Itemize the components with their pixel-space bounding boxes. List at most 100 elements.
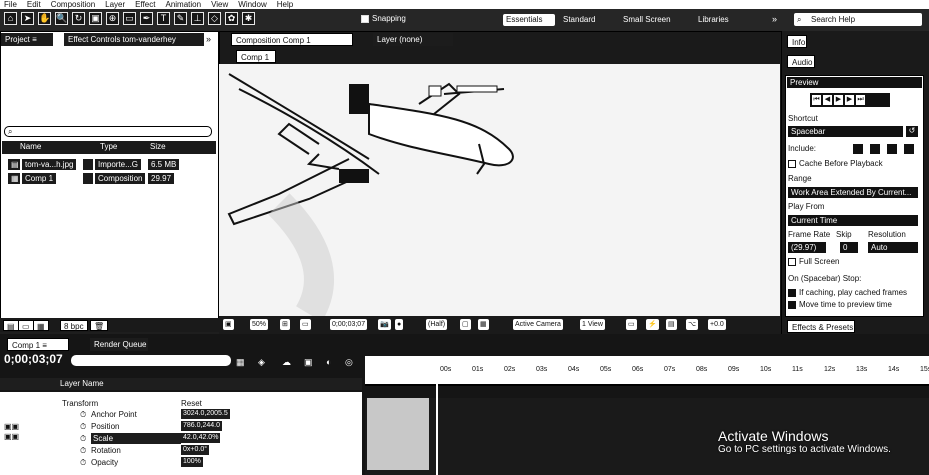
- stopwatch-icon[interactable]: ⏱: [80, 410, 86, 420]
- exposure-value[interactable]: +0.0: [708, 319, 726, 330]
- brush-tool-icon[interactable]: ✎: [174, 12, 187, 25]
- tab-info[interactable]: Info: [787, 35, 807, 48]
- type-tool-icon[interactable]: T: [157, 12, 170, 25]
- menu-view[interactable]: View: [211, 0, 228, 9]
- include-overlays-icon[interactable]: [887, 144, 897, 154]
- flowchart-icon[interactable]: ⌥: [686, 319, 699, 330]
- shy-layers-icon[interactable]: ☁: [282, 357, 291, 368]
- safe-zones-icon[interactable]: ⊞: [280, 319, 290, 330]
- trash-icon[interactable]: 🗑: [90, 320, 109, 331]
- include-video-icon[interactable]: [853, 144, 863, 154]
- cache-before-playback-checkbox[interactable]: [788, 160, 796, 168]
- show-channel-icon[interactable]: ●: [395, 319, 404, 330]
- viewer-timecode[interactable]: 0;00;03;07: [330, 319, 368, 330]
- project-search-input[interactable]: ⌕: [4, 126, 212, 137]
- workspace-standard[interactable]: Standard: [560, 14, 610, 26]
- puppet-tool-icon[interactable]: ✱: [242, 12, 255, 25]
- column-type[interactable]: Type: [100, 142, 117, 151]
- view-layout-dropdown[interactable]: 1 View: [580, 319, 605, 330]
- range-dropdown[interactable]: Work Area Extended By Current...: [788, 187, 918, 198]
- workspace-essentials[interactable]: Essentials: [503, 14, 555, 26]
- include-audio-icon[interactable]: [870, 144, 880, 154]
- pan-behind-tool-icon[interactable]: ⊕: [106, 12, 119, 25]
- current-time-indicator[interactable]: [436, 366, 438, 475]
- full-screen-checkbox[interactable]: [788, 258, 796, 266]
- roto-brush-tool-icon[interactable]: ✿: [225, 12, 238, 25]
- menu-edit[interactable]: Edit: [27, 0, 41, 9]
- mask-tool-icon[interactable]: ▭: [123, 12, 136, 25]
- chevron-double-icon[interactable]: »: [772, 14, 777, 24]
- interpret-footage-icon[interactable]: ▤: [3, 320, 19, 331]
- new-folder-icon[interactable]: ▭: [18, 320, 34, 331]
- search-help-field[interactable]: ⌕ Search Help: [794, 13, 922, 26]
- first-frame-icon[interactable]: ⏮: [812, 95, 821, 105]
- hand-tool-icon[interactable]: ✋: [38, 12, 51, 25]
- play-icon[interactable]: ▶: [834, 95, 843, 105]
- frame-rate-dropdown[interactable]: (29.97): [788, 242, 826, 253]
- tab-effect-controls[interactable]: Effect Controls tom-vanderhey: [64, 33, 204, 46]
- comp-flowchart-icon[interactable]: ▦: [236, 357, 245, 368]
- tab-audio[interactable]: Audio: [787, 55, 815, 68]
- workspace-libraries[interactable]: Libraries: [695, 14, 745, 26]
- resolution-dropdown[interactable]: (Half): [426, 319, 448, 330]
- stopwatch-icon[interactable]: ⏱: [80, 434, 86, 444]
- pixel-aspect-icon[interactable]: ▭: [626, 319, 637, 330]
- snapping-checkbox[interactable]: [361, 15, 369, 23]
- menu-layer[interactable]: Layer: [105, 0, 125, 9]
- reset-link[interactable]: Reset: [181, 398, 202, 409]
- fast-previews-icon[interactable]: ⚡: [646, 319, 659, 330]
- last-frame-icon[interactable]: ⏭: [856, 95, 865, 105]
- previous-frame-icon[interactable]: ◀: [823, 95, 832, 105]
- timeline-toggle-icon[interactable]: ▤: [666, 319, 677, 330]
- menu-file[interactable]: File: [4, 0, 17, 9]
- graph-editor-icon[interactable]: ◎: [345, 357, 353, 368]
- menu-animation[interactable]: Animation: [165, 0, 201, 9]
- selection-tool-icon[interactable]: ➤: [21, 12, 34, 25]
- tab-render-queue[interactable]: Render Queue: [90, 338, 148, 351]
- scale-value[interactable]: 42.0,42.0%: [181, 433, 221, 443]
- region-of-interest-icon[interactable]: ▢: [460, 319, 471, 330]
- layer-switches-icon[interactable]: ▣▣: [4, 422, 19, 431]
- new-composition-icon[interactable]: ▦: [33, 320, 49, 331]
- rotate-tool-icon[interactable]: ↻: [72, 12, 85, 25]
- clone-stamp-tool-icon[interactable]: ⊥: [191, 12, 204, 25]
- skip-field[interactable]: 0: [840, 242, 858, 253]
- play-from-dropdown[interactable]: Current Time: [788, 215, 918, 226]
- include-layers-icon[interactable]: [904, 144, 914, 154]
- pen-tool-icon[interactable]: ✒: [140, 12, 153, 25]
- layer-visibility-icon[interactable]: ▣▣: [4, 432, 19, 441]
- frame-blending-icon[interactable]: ▣: [304, 357, 313, 368]
- if-caching-checkbox[interactable]: [788, 289, 796, 297]
- shortcut-dropdown[interactable]: Spacebar: [788, 126, 903, 137]
- motion-blur-icon[interactable]: ◐: [326, 357, 331, 367]
- home-icon[interactable]: ⌂: [4, 12, 17, 25]
- tab-project[interactable]: Project ≡: [1, 33, 53, 46]
- tab-composition[interactable]: Composition Comp 1: [231, 33, 353, 46]
- camera-view-dropdown[interactable]: Active Camera: [513, 319, 563, 330]
- always-preview-icon[interactable]: ▣: [223, 319, 234, 330]
- stopwatch-icon[interactable]: ⏱: [80, 458, 86, 468]
- rotation-value[interactable]: 0x+0.0°: [181, 445, 210, 455]
- camera-tool-icon[interactable]: ▣: [89, 12, 102, 25]
- menu-help[interactable]: Help: [277, 0, 293, 9]
- menu-window[interactable]: Window: [238, 0, 266, 9]
- move-time-checkbox[interactable]: [788, 301, 796, 309]
- magnification-dropdown[interactable]: 50%: [250, 319, 269, 330]
- timeline-timecode[interactable]: 0;00;03;07: [4, 352, 63, 366]
- tab-effects-presets[interactable]: Effects & Presets: [787, 320, 855, 333]
- comp-breadcrumb[interactable]: Comp 1: [236, 50, 276, 63]
- column-size[interactable]: Size: [150, 142, 166, 151]
- bit-depth-button[interactable]: 8 bpc: [60, 320, 88, 331]
- next-frame-icon[interactable]: ▶: [845, 95, 854, 105]
- draft-3d-icon[interactable]: ◈: [258, 357, 265, 368]
- layer-duration-bar[interactable]: [367, 398, 429, 470]
- resolution-preview-dropdown[interactable]: Auto: [868, 242, 918, 253]
- transparency-grid-icon[interactable]: ▦: [478, 319, 489, 330]
- menu-effect[interactable]: Effect: [135, 0, 155, 9]
- anchor-point-value[interactable]: 3024.0,2005.5: [181, 409, 230, 419]
- position-value[interactable]: 786.0,244.0: [181, 421, 222, 431]
- eraser-tool-icon[interactable]: ◇: [208, 12, 221, 25]
- reset-icon[interactable]: ↺: [906, 126, 918, 137]
- tab-layer[interactable]: Layer (none): [373, 33, 453, 46]
- timeline-search-input[interactable]: [71, 355, 231, 366]
